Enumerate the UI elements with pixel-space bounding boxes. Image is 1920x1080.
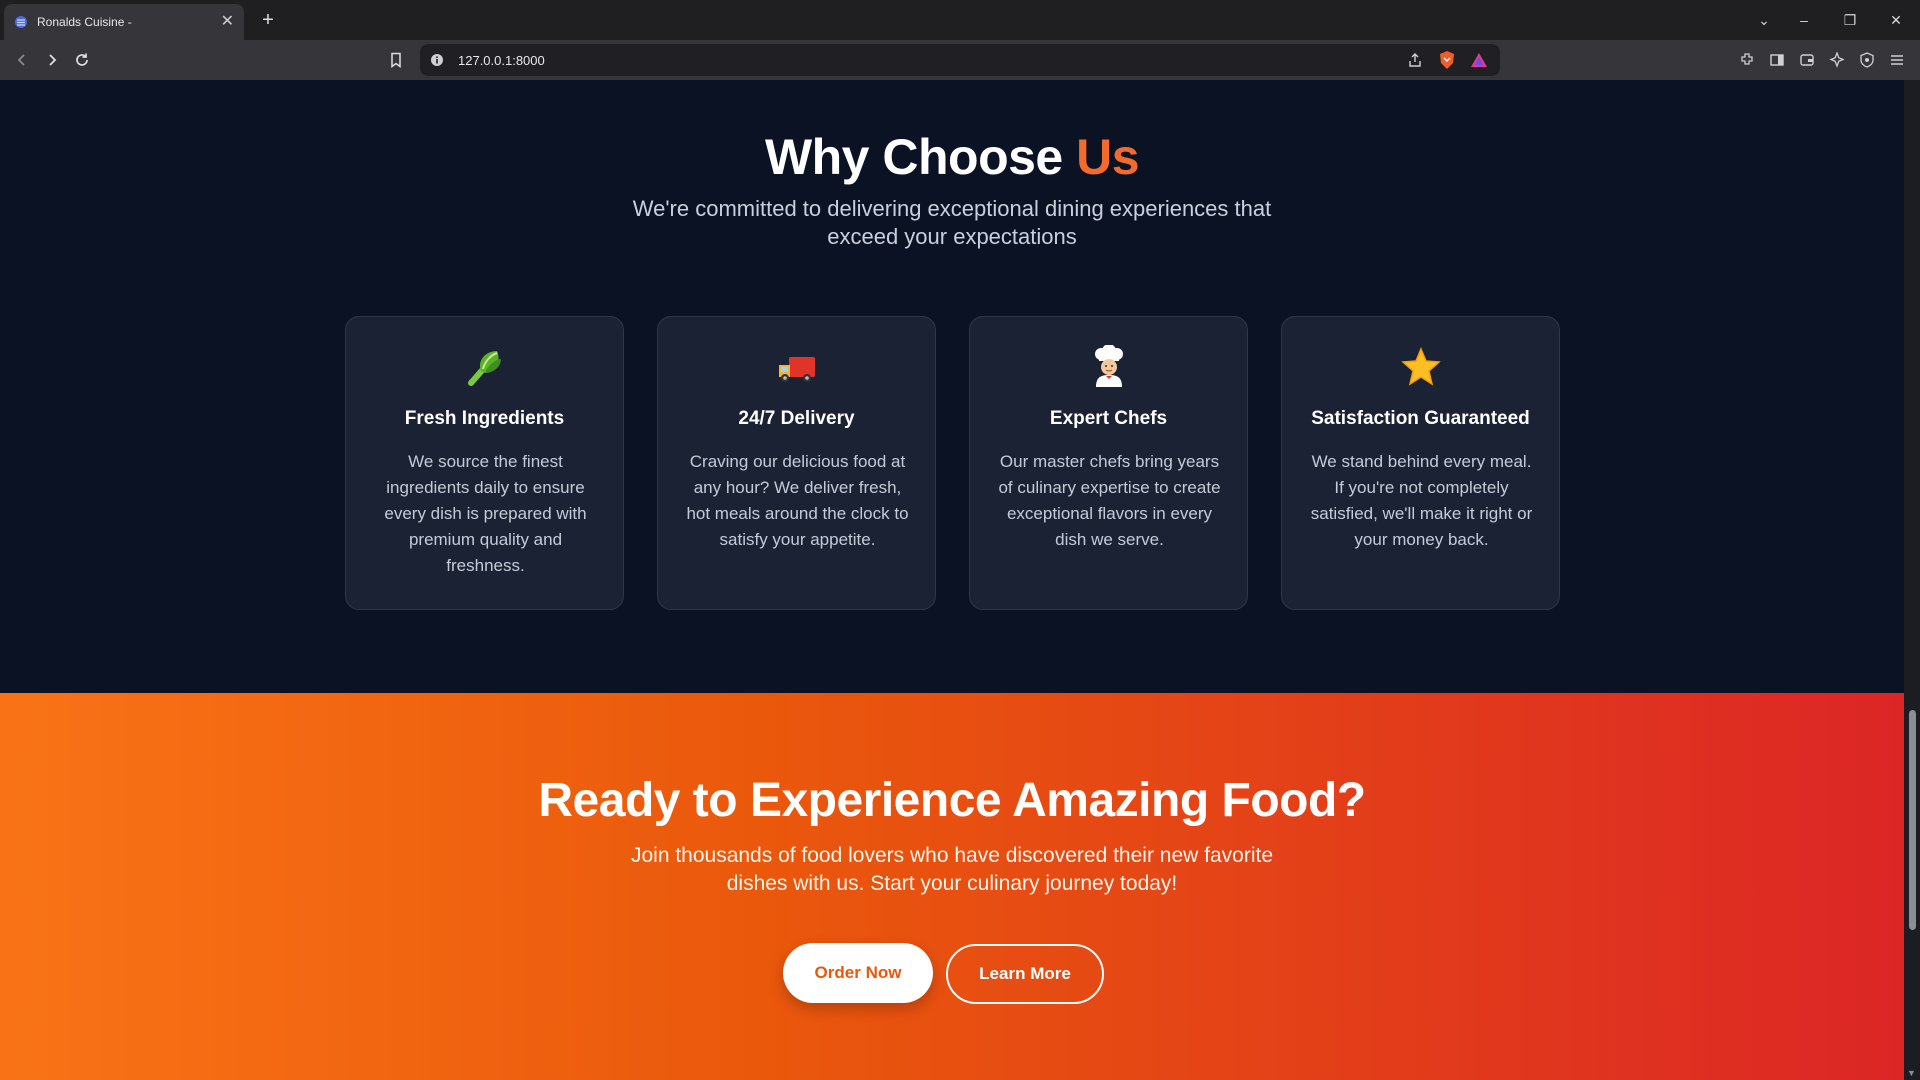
bookmark-icon[interactable] — [384, 48, 408, 72]
cta-title: Ready to Experience Amazing Food? — [538, 774, 1366, 827]
site-info-icon[interactable] — [430, 53, 444, 67]
title-accent: Us — [1076, 129, 1140, 185]
feature-card-delivery: 24/7 Delivery Craving our delicious food… — [657, 316, 936, 610]
browser-tab[interactable]: Ronalds Cuisine - ✕ — [4, 4, 244, 40]
learn-more-button[interactable]: Learn More — [946, 944, 1104, 1004]
tab-search-icon[interactable]: ⌄ — [1744, 0, 1784, 40]
feature-card-satisfaction: Satisfaction Guaranteed We stand behind … — [1281, 316, 1560, 610]
page-scrollbar[interactable]: ▼ — [1904, 80, 1920, 1080]
why-choose-us-section: Why Choose Us We're committed to deliver… — [0, 80, 1904, 693]
vpn-shield-icon[interactable] — [1856, 49, 1878, 71]
menu-icon[interactable] — [1886, 49, 1908, 71]
sidebar-icon[interactable] — [1766, 49, 1788, 71]
title-main: Why Choose — [764, 129, 1077, 185]
new-tab-button[interactable]: + — [256, 8, 280, 32]
card-text: We source the finest ingredients daily t… — [384, 452, 587, 575]
share-icon[interactable] — [1404, 49, 1426, 71]
delivery-truck-icon — [658, 345, 935, 389]
extensions-icon[interactable] — [1736, 49, 1758, 71]
scrollbar-thumb[interactable] — [1909, 710, 1916, 930]
tab-close-icon[interactable]: ✕ — [221, 14, 234, 30]
chef-icon — [970, 345, 1247, 389]
card-title: Satisfaction Guaranteed — [1311, 408, 1530, 429]
tab-title: Ronalds Cuisine - — [37, 15, 132, 29]
lettuce-icon — [346, 345, 623, 389]
browser-toolbar: 127.0.0.1:8000 — [0, 40, 1920, 80]
reload-icon[interactable] — [70, 48, 94, 72]
back-icon[interactable] — [10, 48, 34, 72]
feature-card-fresh-ingredients: Fresh Ingredients We source the finest i… — [345, 316, 624, 610]
order-now-button[interactable]: Order Now — [783, 943, 933, 1003]
wallet-icon[interactable] — [1796, 49, 1818, 71]
card-text: Craving our delicious food at any hour? … — [686, 452, 909, 549]
restore-icon[interactable]: ❐ — [1830, 0, 1870, 40]
card-title: Fresh Ingredients — [404, 408, 565, 429]
url-text: 127.0.0.1:8000 — [458, 52, 545, 68]
browser-tab-bar: Ronalds Cuisine - ✕ + ⌄ – ❐ ✕ — [0, 0, 1920, 40]
brave-rewards-icon[interactable] — [1468, 49, 1490, 71]
card-text: Our master chefs bring years of culinary… — [998, 452, 1221, 549]
address-bar[interactable]: 127.0.0.1:8000 — [420, 44, 1500, 76]
leo-ai-icon[interactable] — [1826, 49, 1848, 71]
cta-subtitle: Join thousands of food lovers who have d… — [630, 844, 1274, 895]
card-title: 24/7 Delivery — [738, 408, 855, 429]
scroll-down-icon[interactable]: ▼ — [1907, 1068, 1916, 1078]
card-title: Expert Chefs — [1049, 408, 1168, 429]
page-viewport: Why Choose Us We're committed to deliver… — [0, 80, 1904, 1080]
brave-shields-icon[interactable] — [1436, 49, 1458, 71]
section-subtitle: We're committed to delivering exceptiona… — [632, 196, 1272, 249]
forward-icon[interactable] — [40, 48, 64, 72]
star-icon — [1282, 345, 1559, 389]
cta-section: Ready to Experience Amazing Food? Join t… — [0, 693, 1904, 1080]
feature-card-expert-chefs: Expert Chefs Our master chefs bring year… — [969, 316, 1248, 610]
site-favicon-icon — [14, 15, 28, 29]
close-window-icon[interactable]: ✕ — [1876, 0, 1916, 40]
section-title: Why Choose Us — [0, 128, 1904, 186]
minimize-icon[interactable]: – — [1784, 0, 1824, 40]
card-text: We stand behind every meal. If you're no… — [1310, 452, 1533, 549]
